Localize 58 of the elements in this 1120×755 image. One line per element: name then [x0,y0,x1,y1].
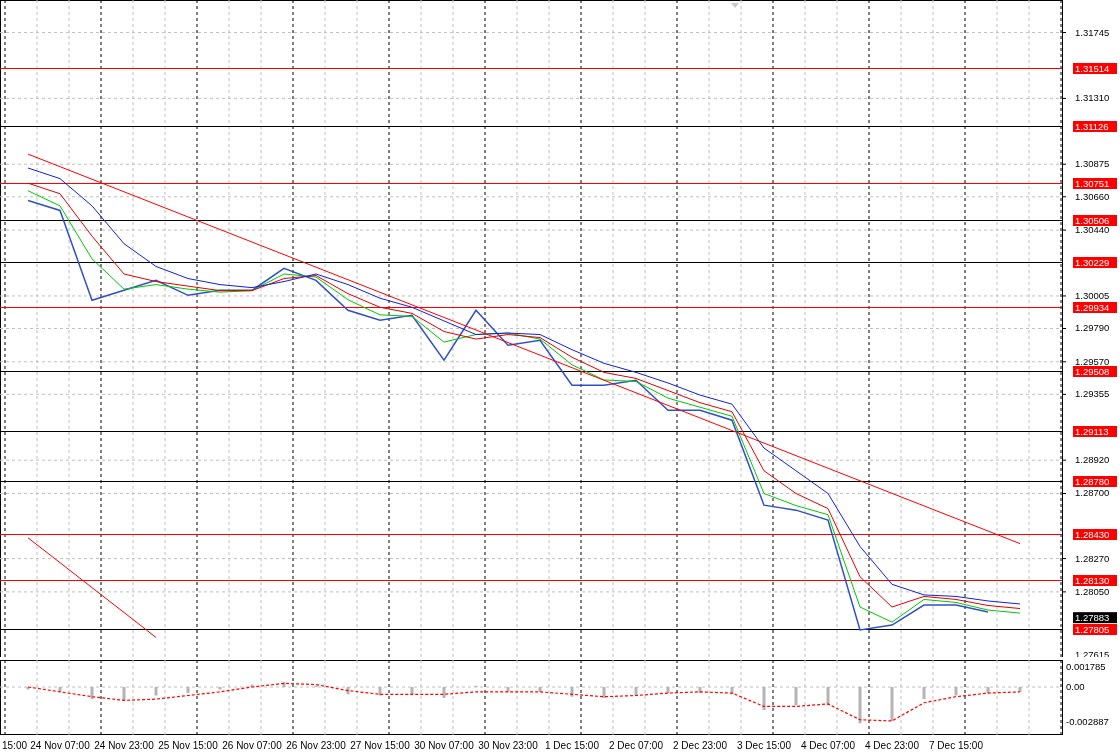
axis-label: 24 Nov 23:00 [94,740,154,752]
axis-label: 0.001785 [1066,661,1106,673]
ref-line-label: 1.31514 [1075,62,1110,74]
axis-label: 1.28050 [1075,585,1110,597]
axis-label: 1.28920 [1075,454,1110,466]
axis-label: 1 Dec 15:00 [545,740,599,752]
axis-label: 26 Nov 23:00 [286,740,346,752]
axis-label: 25 Nov 15:00 [158,740,218,752]
axis-label: 0.00 [1066,681,1085,693]
axis-label: 4 Dec 23:00 [865,740,919,752]
ref-line-label: 1.30751 [1075,177,1110,189]
axis-label: 1.29355 [1075,388,1110,400]
axis-label: 1.29570 [1075,355,1110,367]
axis-label: 27 Nov 15:00 [350,740,410,752]
axis-label: 1.30440 [1075,224,1110,236]
axis-label: 4 Dec 07:00 [801,740,855,752]
price-level-label: 1.29508 [1073,365,1117,377]
axis-label: 1.28270 [1075,552,1110,564]
ref-line-label: 1.29508 [1075,365,1110,377]
axis-label: 1.28700 [1075,487,1110,499]
axis-label: 3 Dec 15:00 [737,740,791,752]
axis-label: 24 Nov 07:00 [30,740,90,752]
price-level-label: 1.31514 [1073,62,1117,74]
axis-label: 1.27615 [1075,649,1110,658]
ref-line-label: 1.28430 [1075,528,1110,540]
price-level-label: 1.28130 [1073,574,1117,586]
current-price-label: 1.27883 [1073,611,1117,624]
axis-label: 1.30005 [1075,289,1110,301]
price-level-label: 1.29934 [1073,301,1117,313]
ref-line-label: 1.28130 [1075,574,1110,586]
axis-label: 1.30875 [1075,158,1110,170]
ref-line-label: 1.30229 [1075,256,1110,268]
axis-label: 26 Nov 07:00 [222,740,282,752]
price-level-label: 1.30229 [1073,256,1117,268]
price-level-label: 1.29113 [1073,425,1117,437]
price-level-label: 1.28780 [1073,475,1117,487]
axis-label: 7 Dec 15:00 [929,740,983,752]
axis-label: 15:00 [2,740,28,752]
axis-label: 30 Nov 23:00 [478,740,538,752]
axis-label: 1.31745 [1075,26,1110,38]
ref-line-label: 1.30506 [1075,214,1110,226]
axis-label: 1.31310 [1075,92,1110,104]
price-level-label: 1.30751 [1073,177,1117,189]
ref-line-label: 1.27805 [1075,623,1110,635]
axis-label: 2 Dec 23:00 [673,740,727,752]
ref-line-label: 1.29934 [1075,301,1110,313]
axis-label: 30 Nov 07:00 [414,740,474,752]
axis-label: -0.002887 [1066,716,1109,728]
price-level-label: 1.28430 [1073,528,1117,540]
ref-line-label: 1.29113 [1075,425,1109,437]
price-level-label: 1.27805 [1073,623,1117,635]
axis-label: 1.30660 [1075,190,1110,202]
price-level-label: 1.31126 [1073,120,1117,132]
axis-label: 1.29790 [1075,322,1110,334]
ref-line-label: 1.31126 [1075,120,1109,132]
price-level-label: 1.30506 [1073,214,1117,226]
ref-line-label: 1.28780 [1075,475,1110,487]
axis-label: 2 Dec 07:00 [609,740,663,752]
